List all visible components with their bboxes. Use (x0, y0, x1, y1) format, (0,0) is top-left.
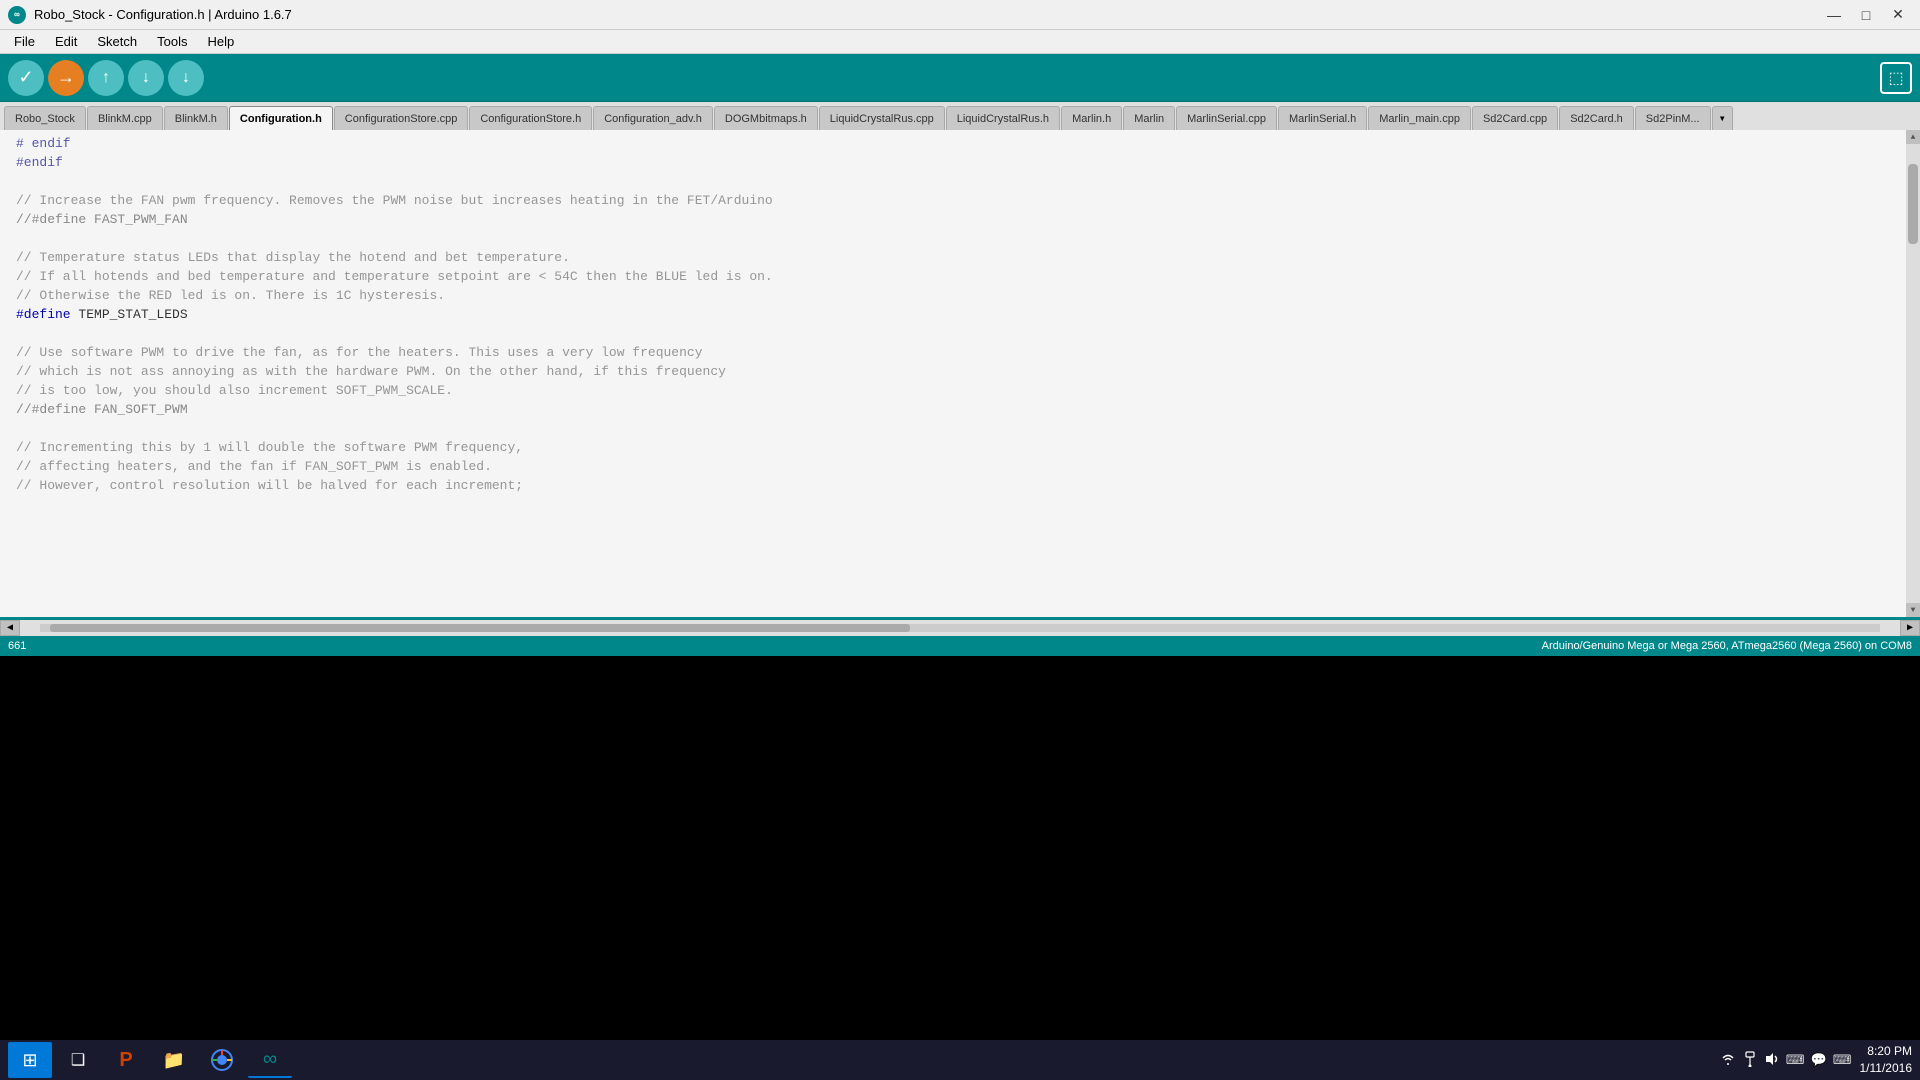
save-button[interactable]: ↓ (168, 60, 204, 96)
tab-configuration-h[interactable]: Configuration.h (229, 106, 333, 130)
toolbar: ✓ → ↑ ↓ ↓ ⬚ (0, 54, 1920, 102)
code-line: // Incrementing this by 1 will double th… (16, 438, 1904, 457)
systray-network-icon[interactable] (1720, 1051, 1736, 1070)
close-button[interactable]: ✕ (1884, 4, 1912, 26)
systray-keyboard-icon[interactable]: ⌨ (1786, 1052, 1805, 1068)
code-line: // However, control resolution will be h… (16, 476, 1904, 495)
code-editor[interactable]: # endif #endif // Increase the FAN pwm f… (0, 130, 1920, 620)
tab-marlin-h[interactable]: Marlin.h (1061, 106, 1122, 130)
tab-blinkm-cpp[interactable]: BlinkM.cpp (87, 106, 163, 130)
hscroll-left-button[interactable]: ◀ (0, 620, 20, 636)
horizontal-scrollbar[interactable]: ◀ ▶ (0, 620, 1920, 636)
tab-marlin[interactable]: Marlin (1123, 106, 1175, 130)
code-line (16, 172, 1904, 191)
menu-sketch[interactable]: Sketch (87, 30, 147, 54)
menu-help[interactable]: Help (197, 30, 244, 54)
tab-marlinserial-h[interactable]: MarlinSerial.h (1278, 106, 1367, 130)
menu-tools[interactable]: Tools (147, 30, 197, 54)
hscroll-thumb[interactable] (50, 624, 910, 632)
title-bar-left: ∞ Robo_Stock - Configuration.h | Arduino… (8, 6, 292, 24)
code-line: # endif (16, 134, 1904, 153)
console-area (0, 656, 1920, 1040)
code-line: #define TEMP_STAT_LEDS (16, 305, 1904, 324)
code-line: // is too low, you should also increment… (16, 381, 1904, 400)
systray-chat-icon[interactable]: 💬 (1811, 1052, 1827, 1068)
window-title: Robo_Stock - Configuration.h | Arduino 1… (34, 7, 292, 22)
vertical-scrollbar[interactable]: ▲ ▼ (1906, 130, 1920, 617)
code-line: // Temperature status LEDs that display … (16, 248, 1904, 267)
taskbar-task-view[interactable]: ❑ (56, 1042, 100, 1078)
tab-config-adv[interactable]: Configuration_adv.h (593, 106, 713, 130)
toolbar-right: ⬚ (1880, 62, 1912, 94)
systray-keyboard2-icon[interactable]: ⌨ (1833, 1052, 1852, 1068)
clock-time: 8:20 PM (1860, 1043, 1913, 1060)
system-clock[interactable]: 8:20 PM 1/11/2016 (1860, 1043, 1913, 1077)
tab-blinkm-h[interactable]: BlinkM.h (164, 106, 228, 130)
taskbar-right: ⌨ 💬 ⌨ 8:20 PM 1/11/2016 (1720, 1043, 1912, 1077)
tab-liquidcrystal-h[interactable]: LiquidCrystalRus.h (946, 106, 1060, 130)
tab-sd2card-h[interactable]: Sd2Card.h (1559, 106, 1634, 130)
code-line: // Use software PWM to drive the fan, as… (16, 343, 1904, 362)
hscroll-track (40, 624, 1880, 632)
tab-configstore-h[interactable]: ConfigurationStore.h (469, 106, 592, 130)
status-bar: 661 Arduino/Genuino Mega or Mega 2560, A… (0, 636, 1920, 656)
code-line: // Increase the FAN pwm frequency. Remov… (16, 191, 1904, 210)
tab-marlin-main[interactable]: Marlin_main.cpp (1368, 106, 1471, 130)
menu-bar: File Edit Sketch Tools Help (0, 30, 1920, 54)
start-button[interactable]: ⊞ (8, 1042, 52, 1078)
systray-icons: ⌨ 💬 ⌨ (1720, 1051, 1852, 1070)
code-line: // affecting heaters, and the fan if FAN… (16, 457, 1904, 476)
new-button[interactable]: ↑ (88, 60, 124, 96)
verify-button[interactable]: ✓ (8, 60, 44, 96)
code-line: // Otherwise the RED led is on. There is… (16, 286, 1904, 305)
code-line: //#define FAN_SOFT_PWM (16, 400, 1904, 419)
taskbar-arduino[interactable]: ∞ (248, 1042, 292, 1078)
taskbar-file-explorer[interactable]: 📁 (152, 1042, 196, 1078)
tab-marlinserial-cpp[interactable]: MarlinSerial.cpp (1176, 106, 1277, 130)
app-logo: ∞ (8, 6, 26, 24)
title-bar: ∞ Robo_Stock - Configuration.h | Arduino… (0, 0, 1920, 30)
open-button[interactable]: ↓ (128, 60, 164, 96)
line-number: 661 (8, 640, 26, 652)
menu-edit[interactable]: Edit (45, 30, 87, 54)
tab-configstore-cpp[interactable]: ConfigurationStore.cpp (334, 106, 469, 130)
serial-monitor-button[interactable]: ⬚ (1880, 62, 1912, 94)
scroll-up-button[interactable]: ▲ (1906, 130, 1920, 144)
code-line: // If all hotends and bed temperature an… (16, 267, 1904, 286)
board-info: Arduino/Genuino Mega or Mega 2560, ATmeg… (1542, 640, 1912, 652)
code-line (16, 419, 1904, 438)
code-line: #endif (16, 153, 1904, 172)
code-line: // which is not ass annoying as with the… (16, 362, 1904, 381)
upload-button[interactable]: → (48, 60, 84, 96)
scroll-track (1906, 144, 1920, 603)
maximize-button[interactable]: □ (1852, 4, 1880, 26)
tabs-bar: Robo_Stock BlinkM.cpp BlinkM.h Configura… (0, 102, 1920, 130)
taskbar-powerpoint[interactable]: P (104, 1042, 148, 1078)
tab-liquidcrystal-cpp[interactable]: LiquidCrystalRus.cpp (819, 106, 945, 130)
taskbar-chrome[interactable] (200, 1042, 244, 1078)
code-line: //#define FAST_PWM_FAN (16, 210, 1904, 229)
menu-file[interactable]: File (4, 30, 45, 54)
tab-dogmbitmaps[interactable]: DOGMbitmaps.h (714, 106, 818, 130)
tab-sd2card-cpp[interactable]: Sd2Card.cpp (1472, 106, 1558, 130)
code-line (16, 229, 1904, 248)
hscroll-right-button[interactable]: ▶ (1900, 620, 1920, 636)
code-line (16, 324, 1904, 343)
window-controls[interactable]: — □ ✕ (1820, 4, 1912, 26)
editor-content: # endif #endif // Increase the FAN pwm f… (0, 134, 1920, 495)
minimize-button[interactable]: — (1820, 4, 1848, 26)
taskbar: ⊞ ❑ P 📁 ∞ ⌨ 💬 ⌨ 8:20 PM (0, 1040, 1920, 1080)
systray-usb-icon[interactable] (1742, 1051, 1758, 1070)
scroll-thumb[interactable] (1908, 164, 1918, 244)
scroll-down-button[interactable]: ▼ (1906, 603, 1920, 617)
tab-sd2pinm[interactable]: Sd2PinM... (1635, 106, 1711, 130)
tab-robo-stock[interactable]: Robo_Stock (4, 106, 86, 130)
clock-date: 1/11/2016 (1860, 1060, 1913, 1077)
tab-more-button[interactable]: ▾ (1712, 106, 1733, 130)
systray-volume-icon[interactable] (1764, 1051, 1780, 1070)
